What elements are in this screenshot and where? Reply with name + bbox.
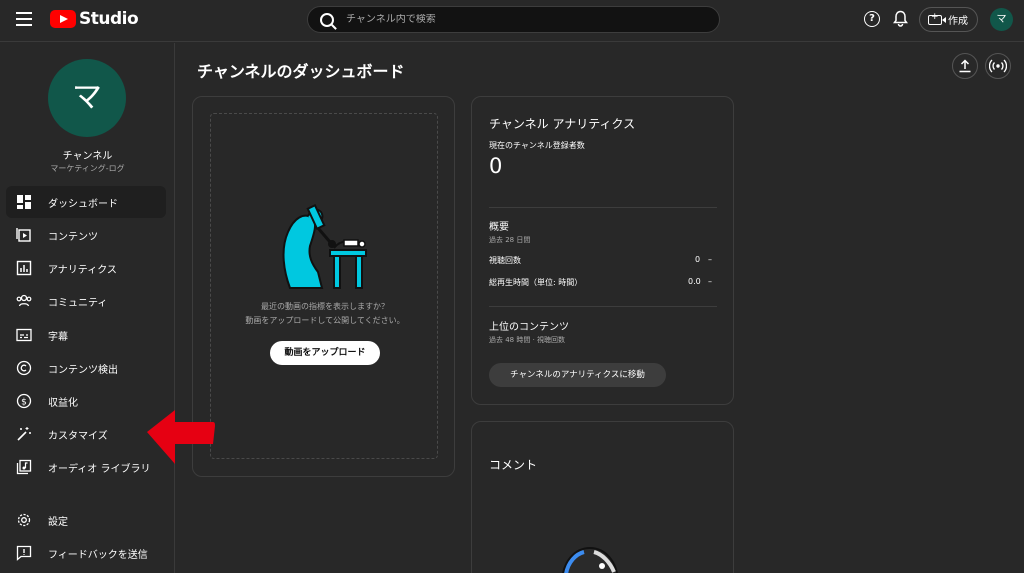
gear-icon (16, 512, 32, 528)
go-live-button[interactable] (985, 53, 1011, 79)
comments-title: コメント (489, 458, 538, 472)
help-icon[interactable]: ? (864, 11, 880, 27)
search-input[interactable] (346, 14, 706, 25)
top-content-period: 過去 48 時間 · 視聴回数 (489, 336, 566, 344)
subscribers-label: 現在のチャンネル登録者数 (489, 141, 585, 150)
watch-time-trend: – (708, 277, 712, 286)
sidebar-item-label: コンテンツ (48, 231, 98, 243)
watch-time-label: 総再生時間（単位: 時間） (489, 278, 583, 287)
sidebar-item-community[interactable]: コミュニティ (6, 285, 166, 317)
studio-logo[interactable]: Studio (50, 9, 139, 29)
sidebar-item-label: ダッシュボード (48, 198, 118, 210)
account-avatar[interactable]: マ (990, 8, 1013, 31)
red-arrow-annotation (147, 410, 215, 464)
dashboard-icon (16, 194, 32, 210)
bell-icon[interactable] (893, 10, 908, 31)
sidebar-item-label: コンテンツ検出 (48, 364, 118, 376)
upload-illustration (282, 204, 367, 289)
create-label: 作成 (948, 16, 968, 27)
go-to-analytics-button[interactable]: チャンネルのアナリティクスに移動 (489, 363, 666, 387)
create-video-icon (928, 12, 946, 25)
subscribers-count: 0 (489, 154, 503, 178)
upload-prompt-line1: 最近の動画の指標を表示しますか？ (261, 302, 389, 311)
watch-time-value: 0.0 (688, 277, 701, 286)
sidebar-item-label: 字幕 (48, 331, 68, 343)
sidebar-item-content-detection[interactable]: コンテンツ検出 (6, 352, 166, 384)
search-bar[interactable] (307, 6, 720, 33)
top-bar: Studio ? 作成 マ (0, 0, 1024, 42)
copyright-icon (16, 360, 32, 376)
views-trend: – (708, 255, 712, 264)
comments-illustration (562, 546, 618, 573)
upload-dropzone[interactable]: 最近の動画の指標を表示しますか？ 動画をアップロードして公開してください。 動画… (210, 113, 438, 459)
page-title: チャンネルのダッシュボード (197, 62, 405, 81)
live-icon (989, 59, 1007, 73)
sidebar-item-label: 設定 (48, 516, 68, 528)
channel-avatar[interactable]: マ (48, 59, 126, 137)
youtube-logo-icon (50, 10, 76, 28)
divider (489, 306, 717, 307)
sidebar: マ チャンネル マーケティング-ログ ダッシュボード コンテンツ アナリティクス… (0, 43, 175, 573)
upload-video-button[interactable]: 動画をアップロード (270, 341, 380, 365)
sidebar-item-label: オーディオ ライブラリ (48, 463, 151, 475)
upload-card: 最近の動画の指標を表示しますか？ 動画をアップロードして公開してください。 動画… (192, 96, 455, 477)
sidebar-item-label: アナリティクス (48, 264, 117, 276)
feedback-icon (16, 545, 32, 561)
divider (489, 207, 717, 208)
svg-text:$: $ (21, 398, 27, 408)
sidebar-item-label: フィードバックを送信 (48, 549, 148, 561)
sidebar-item-label: カスタマイズ (48, 430, 108, 442)
search-icon[interactable] (320, 12, 334, 27)
views-label: 視聴回数 (489, 256, 521, 265)
analytics-title: チャンネル アナリティクス (489, 117, 636, 131)
magic-wand-icon (16, 426, 32, 442)
content-icon (16, 227, 32, 243)
create-button[interactable]: 作成 (919, 7, 978, 32)
upload-icon-button[interactable] (952, 53, 978, 79)
upload-icon (959, 59, 971, 73)
top-content-title: 上位のコンテンツ (489, 322, 569, 333)
community-icon (16, 293, 32, 309)
sidebar-item-content[interactable]: コンテンツ (6, 219, 166, 251)
audio-library-icon (16, 459, 32, 475)
sidebar-item-feedback[interactable]: フィードバックを送信 (6, 537, 166, 569)
sidebar-item-analytics[interactable]: アナリティクス (6, 252, 166, 284)
menu-icon[interactable] (16, 12, 32, 26)
views-value: 0 (695, 255, 701, 264)
upload-prompt-line2: 動画をアップロードして公開してください。 (245, 316, 405, 325)
channel-handle: マーケティング-ログ (50, 164, 125, 173)
summary-title: 概要 (489, 222, 509, 233)
sidebar-item-settings[interactable]: 設定 (6, 504, 166, 536)
logo-text: Studio (79, 9, 139, 29)
sidebar-item-label: 収益化 (48, 397, 78, 409)
comments-card: コメント (471, 421, 734, 573)
summary-period: 過去 28 日間 (489, 236, 531, 244)
subtitles-icon (16, 327, 32, 343)
sidebar-item-audio-library[interactable]: オーディオ ライブラリ (6, 451, 166, 483)
channel-analytics-card: チャンネル アナリティクス 現在のチャンネル登録者数 0 概要 過去 28 日間… (471, 96, 734, 405)
channel-name: チャンネル (62, 151, 113, 162)
sidebar-item-subtitles[interactable]: 字幕 (6, 319, 166, 351)
sidebar-item-customize[interactable]: カスタマイズ (6, 418, 166, 450)
sidebar-item-label: コミュニティ (48, 297, 108, 309)
sidebar-item-dashboard[interactable]: ダッシュボード (6, 186, 166, 218)
dollar-icon: $ (16, 393, 32, 409)
sidebar-item-monetization[interactable]: $ 収益化 (6, 385, 166, 417)
analytics-icon (16, 260, 32, 276)
